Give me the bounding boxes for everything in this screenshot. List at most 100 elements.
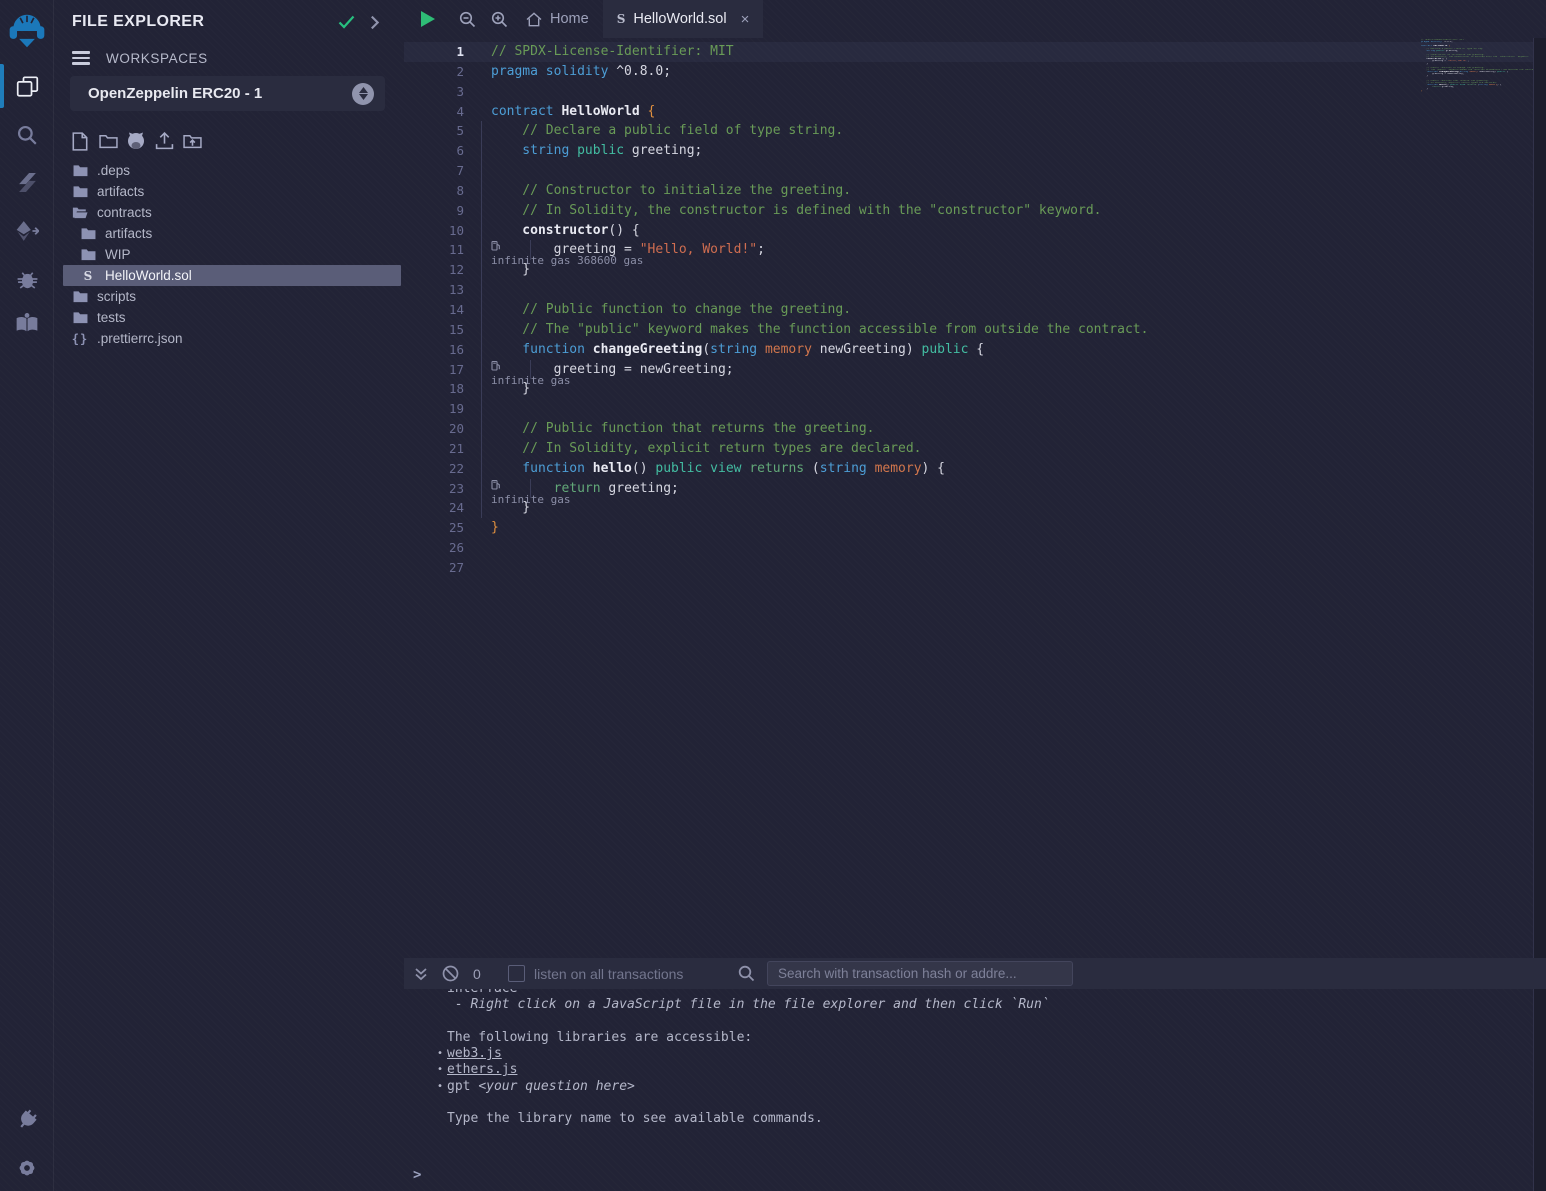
listen-transactions-checkbox[interactable] <box>508 965 525 982</box>
github-icon[interactable] <box>126 130 146 152</box>
terminal-prompt[interactable]: > <box>413 1167 421 1183</box>
tree-item-wip[interactable]: WIP <box>54 244 404 265</box>
code-text: string public greeting; <box>491 141 702 161</box>
tabs: HomeSHelloWorld.sol× <box>512 0 763 38</box>
workspaces-label: WORKSPACES <box>106 51 208 66</box>
tree-item--deps[interactable]: .deps <box>54 160 404 181</box>
code-line-27[interactable]: 27 <box>404 558 1546 578</box>
tree-item--prettierrc-json[interactable]: {}.prettierrc.json <box>54 328 404 349</box>
tree-item-label: tests <box>97 310 126 325</box>
code-line-22[interactable]: 22 function hello() public view returns … <box>404 459 1546 479</box>
new-folder-icon[interactable] <box>98 130 118 152</box>
code-line-2[interactable]: 2pragma solidity ^0.8.0; <box>404 62 1546 82</box>
code-line-21[interactable]: 21 // In Solidity, explicit return types… <box>404 439 1546 459</box>
code-line-18[interactable]: 18 } <box>404 379 1546 399</box>
code-line-20[interactable]: 20 // Public function that returns the g… <box>404 419 1546 439</box>
code-line-1[interactable]: 1// SPDX-License-Identifier: MIT <box>404 42 1546 62</box>
tree-item-artifacts[interactable]: artifacts <box>54 223 404 244</box>
terminal-search-icon <box>738 965 755 982</box>
code-line-15[interactable]: 15 // The "public" keyword makes the fun… <box>404 320 1546 340</box>
code-line-5[interactable]: 5 // Declare a public field of type stri… <box>404 121 1546 141</box>
code-text: greeting = newGreeting; <box>491 360 734 380</box>
code-line-24[interactable]: 24 } <box>404 498 1546 518</box>
deploy-run-icon[interactable] <box>0 211 54 251</box>
plugin-manager-icon[interactable] <box>0 1100 54 1140</box>
code-line-26[interactable]: 26 <box>404 538 1546 558</box>
line-number: 2 <box>404 62 464 82</box>
tree-item-tests[interactable]: tests <box>54 307 404 328</box>
code-line-4[interactable]: 4contract HelloWorld { <box>404 102 1546 122</box>
zoom-in-icon[interactable] <box>491 11 508 28</box>
settings-gear-icon[interactable] <box>0 1148 54 1188</box>
line-number: 14 <box>404 300 464 320</box>
tab-home[interactable]: Home <box>512 0 603 38</box>
block-transactions-icon[interactable] <box>442 965 459 982</box>
listen-transactions-label[interactable]: listen on all transactions <box>534 966 683 982</box>
code-line-12[interactable]: 12 } <box>404 260 1546 280</box>
workspace-stepper-icon[interactable] <box>352 83 374 105</box>
terminal-link[interactable]: ethers.js <box>447 1062 517 1077</box>
home-icon <box>526 12 542 27</box>
chevron-right-icon[interactable] <box>370 15 380 30</box>
tree-item-helloworld-sol[interactable]: SHelloWorld.sol <box>63 265 401 286</box>
code-line-10[interactable]: 10 constructor() {infinite gas 368600 ga… <box>404 221 1546 241</box>
code-text: // Public function to change the greetin… <box>491 300 851 320</box>
panel-header: FILE EXPLORER <box>54 10 404 38</box>
remix-logo-icon[interactable] <box>0 8 54 54</box>
terminal-search-input[interactable] <box>767 961 1073 986</box>
line-number: 3 <box>404 82 464 102</box>
minimap[interactable]: // SPDX-License-Identifier: MITpragma so… <box>1421 38 1533 97</box>
check-icon[interactable] <box>338 15 355 29</box>
editor-area: HomeSHelloWorld.sol× 1// SPDX-License-Id… <box>404 0 1546 1191</box>
workspaces-menu-icon[interactable] <box>72 51 90 64</box>
code-line-9[interactable]: 9 // In Solidity, the constructor is def… <box>404 201 1546 221</box>
solidity-icon: S <box>617 12 626 26</box>
file-explorer-panel: FILE EXPLORER WORKSPACES OpenZeppelin ER… <box>54 0 404 1191</box>
line-number: 21 <box>404 439 464 459</box>
debugger-icon[interactable] <box>0 259 54 299</box>
close-icon[interactable]: × <box>741 11 750 28</box>
code-line-3[interactable]: 3 <box>404 82 1546 102</box>
double-chevron-down-icon[interactable] <box>414 967 428 981</box>
code-line-17[interactable]: 17 greeting = newGreeting; <box>404 360 1546 380</box>
terminal-output[interactable]: interface - Right click on a JavaScript … <box>404 989 1546 1191</box>
tree-item-contracts[interactable]: contracts <box>54 202 404 223</box>
search-icon[interactable] <box>0 115 54 155</box>
upload-icon[interactable] <box>154 130 174 152</box>
panel-title: FILE EXPLORER <box>72 13 204 31</box>
line-number: 11 <box>404 240 464 260</box>
file-explorer-icon[interactable] <box>0 66 54 106</box>
zoom-out-icon[interactable] <box>459 11 476 28</box>
run-icon[interactable] <box>421 11 435 27</box>
code-line-14[interactable]: 14 // Public function to change the gree… <box>404 300 1546 320</box>
code-line-19[interactable]: 19 <box>404 399 1546 419</box>
workspace-select[interactable]: OpenZeppelin ERC20 - 1 <box>70 76 385 111</box>
code-line-11[interactable]: 11 greeting = "Hello, World!"; <box>404 240 1546 260</box>
code-text: // SPDX-License-Identifier: MIT <box>491 42 734 62</box>
terminal-link[interactable]: web3.js <box>447 1046 502 1061</box>
folder-icon <box>80 248 96 261</box>
code-line-25[interactable]: 25} <box>404 518 1546 538</box>
code-line-16[interactable]: 16 function changeGreeting(string memory… <box>404 340 1546 360</box>
code-line-8[interactable]: 8 // Constructor to initialize the greet… <box>404 181 1546 201</box>
bullet-icon: • <box>437 1046 443 1062</box>
code-line-7[interactable]: 7 <box>404 161 1546 181</box>
line-number: 22 <box>404 459 464 479</box>
code-line-6[interactable]: 6 string public greeting; <box>404 141 1546 161</box>
tab-helloworld-sol[interactable]: SHelloWorld.sol× <box>603 0 764 38</box>
solidity-compiler-icon[interactable] <box>0 162 54 202</box>
tree-item-artifacts[interactable]: artifacts <box>54 181 404 202</box>
line-number: 5 <box>404 121 464 141</box>
code-line-23[interactable]: 23 return greeting; <box>404 479 1546 499</box>
terminal-line: •gpt <your question here> <box>404 1079 1546 1095</box>
learneth-icon[interactable] <box>0 302 54 342</box>
code-editor[interactable]: 1// SPDX-License-Identifier: MIT2pragma … <box>404 38 1546 955</box>
terminal-header: 0 listen on all transactions <box>404 958 1546 989</box>
code-text: // Public function that returns the gree… <box>491 419 875 439</box>
new-file-icon[interactable] <box>70 130 90 152</box>
code-line-13[interactable]: 13 <box>404 280 1546 300</box>
restore-folder-icon[interactable] <box>182 130 202 152</box>
tree-item-scripts[interactable]: scripts <box>54 286 404 307</box>
code-lines: 1// SPDX-License-Identifier: MIT2pragma … <box>404 42 1546 578</box>
line-number: 8 <box>404 181 464 201</box>
